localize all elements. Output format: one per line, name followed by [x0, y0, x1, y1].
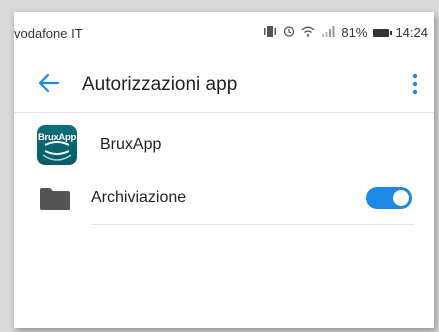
app-bar: Autorizzazioni app: [14, 52, 434, 113]
folder-icon: [39, 187, 71, 211]
app-info-row: BruxApp BruxApp: [14, 115, 434, 173]
status-bar: vodafone IT 81% 14:24: [14, 12, 434, 52]
clock: 14:24: [395, 25, 428, 40]
app-name: BruxApp: [100, 136, 162, 153]
vibrate-icon: [263, 25, 277, 40]
permission-label: Archiviazione: [91, 189, 187, 206]
page-title: Autorizzazioni app: [82, 74, 238, 95]
back-arrow-icon[interactable]: [36, 70, 62, 96]
permission-row-storage[interactable]: Archiviazione: [14, 173, 434, 225]
battery-percent: 81%: [341, 25, 368, 40]
toggle-knob: [393, 190, 409, 206]
alarm-icon: [283, 25, 295, 40]
storage-permission-toggle[interactable]: [366, 187, 412, 209]
status-icons: 81% 14:24: [263, 25, 428, 40]
battery-icon: [373, 28, 393, 37]
phone-screen: vodafone IT 81% 14:24 Autorizzazioni app: [14, 12, 434, 328]
carrier-name: vodafone IT: [14, 26, 83, 41]
wifi-icon: [301, 26, 315, 40]
overflow-menu-icon[interactable]: [410, 72, 420, 96]
signal-icon: [321, 25, 335, 40]
divider: [91, 224, 414, 225]
app-logo-icon: BruxApp: [37, 125, 77, 165]
